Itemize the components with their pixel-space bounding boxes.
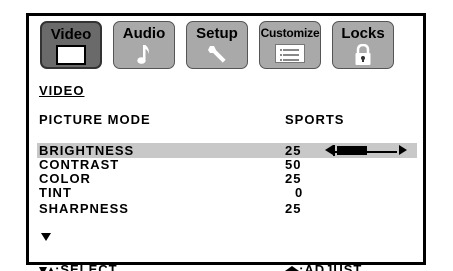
down-arrow-icon bbox=[39, 266, 47, 271]
picture-mode-value: SPORTS bbox=[285, 112, 345, 127]
tab-audio[interactable]: Audio bbox=[113, 21, 175, 69]
adjust-hint-text: :ADJUST bbox=[299, 262, 363, 271]
tab-video-label: Video bbox=[50, 26, 92, 43]
slider-left-arrow-icon[interactable] bbox=[325, 145, 333, 155]
tv-menu-frame: Video Audio Setup Customize Locks VIDEO … bbox=[26, 13, 426, 271]
tab-setup-label: Setup bbox=[196, 25, 238, 42]
tab-setup[interactable]: Setup bbox=[186, 21, 248, 69]
tab-audio-label: Audio bbox=[122, 25, 166, 42]
tint-value: 0 bbox=[295, 185, 304, 200]
padlock-icon bbox=[354, 43, 372, 71]
tab-video[interactable]: Video bbox=[40, 21, 102, 69]
color-label[interactable]: COLOR bbox=[39, 171, 91, 186]
color-value: 25 bbox=[285, 171, 302, 186]
wrench-icon bbox=[206, 44, 228, 69]
select-hint: :SELECT bbox=[39, 262, 118, 271]
brightness-value: 25 bbox=[285, 143, 302, 158]
contrast-label[interactable]: CONTRAST bbox=[39, 157, 119, 172]
left-arrow-icon bbox=[285, 265, 292, 271]
up-arrow-icon bbox=[47, 266, 55, 271]
menu-tab-bar: Video Audio Setup Customize Locks bbox=[40, 21, 430, 71]
tab-customize-label: Customize bbox=[260, 26, 320, 40]
sharpness-label[interactable]: SHARPNESS bbox=[39, 201, 129, 216]
tint-label[interactable]: TINT bbox=[39, 185, 72, 200]
video-screen-icon bbox=[56, 45, 86, 65]
list-icon bbox=[275, 44, 305, 63]
right-arrow-icon bbox=[292, 265, 299, 271]
picture-mode-label[interactable]: PICTURE MODE bbox=[39, 112, 151, 127]
slider-right-arrow-icon[interactable] bbox=[399, 145, 407, 155]
brightness-label[interactable]: BRIGHTNESS bbox=[39, 143, 134, 158]
tab-customize[interactable]: Customize bbox=[259, 21, 321, 69]
adjust-hint: :ADJUST bbox=[285, 262, 362, 271]
more-items-down-arrow-icon[interactable] bbox=[41, 233, 51, 241]
sharpness-value: 25 bbox=[285, 201, 302, 216]
tab-locks[interactable]: Locks bbox=[332, 21, 394, 69]
slider-fill bbox=[337, 146, 367, 155]
section-title: VIDEO bbox=[39, 83, 85, 98]
tab-locks-label: Locks bbox=[341, 25, 385, 42]
brightness-slider[interactable] bbox=[325, 145, 407, 156]
music-note-icon bbox=[136, 44, 152, 71]
select-hint-text: :SELECT bbox=[55, 262, 118, 271]
contrast-value: 50 bbox=[285, 157, 302, 172]
